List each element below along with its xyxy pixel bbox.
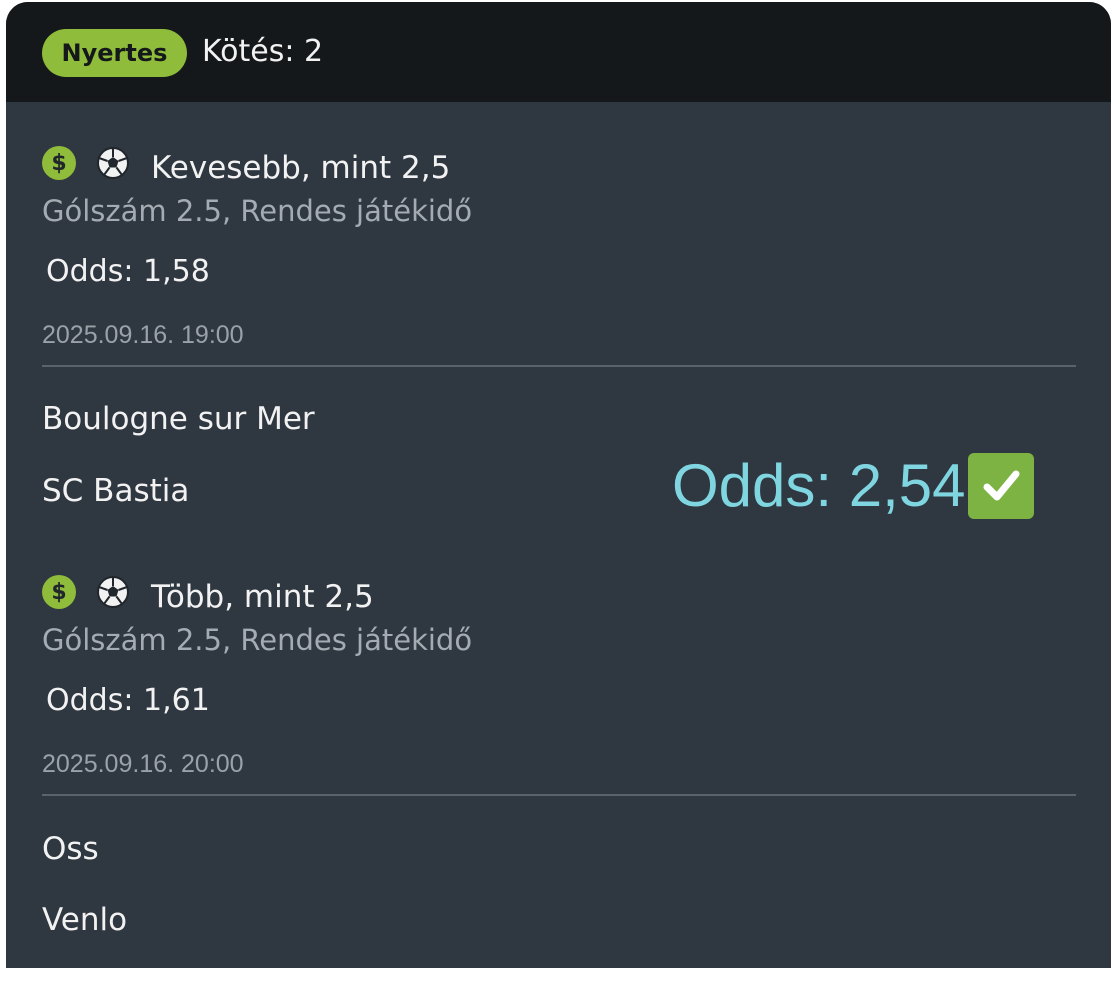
soccer-ball-icon [97, 147, 129, 179]
odds-line: Odds: 1,61 [46, 681, 210, 721]
away-team: SC Bastia [42, 473, 190, 509]
dollar-icon: $ [42, 575, 76, 609]
bet-slip-header: Nyertes Kötés: 2 [6, 2, 1111, 102]
status-badge: Nyertes [42, 29, 187, 77]
event-datetime: 2025.09.16. 19:00 [42, 321, 244, 349]
market-name: Gólszám 2.5, Rendes játékidő [42, 623, 473, 657]
total-odds: Odds: 2,54 [672, 452, 966, 519]
event-datetime: 2025.09.16. 20:00 [42, 750, 244, 778]
home-team: Boulogne sur Mer [42, 401, 315, 437]
soccer-ball-icon [97, 576, 129, 608]
divider [42, 794, 1076, 796]
odds-value: 1,61 [142, 683, 210, 718]
home-team: Oss [42, 831, 99, 867]
total-odds-row: Odds: 2,54 [672, 451, 1034, 521]
checkmark-icon [967, 453, 1034, 519]
away-team: Venlo [42, 902, 128, 938]
bet-slip-card: Nyertes Kötés: 2 $ Kevesebb, mint 2,5 Gó… [6, 2, 1111, 968]
odds-value: 1,58 [142, 254, 210, 289]
bet-count: Kötés: 2 [202, 34, 324, 69]
market-name: Gólszám 2.5, Rendes játékidő [42, 194, 473, 228]
selection-name: Több, mint 2,5 [151, 579, 374, 615]
odds-line: Odds: 1,58 [46, 252, 210, 292]
odds-label: Odds: [46, 254, 134, 289]
divider [42, 365, 1076, 367]
selection-name: Kevesebb, mint 2,5 [151, 150, 451, 186]
dollar-icon: $ [42, 146, 76, 180]
odds-label: Odds: [46, 683, 134, 718]
